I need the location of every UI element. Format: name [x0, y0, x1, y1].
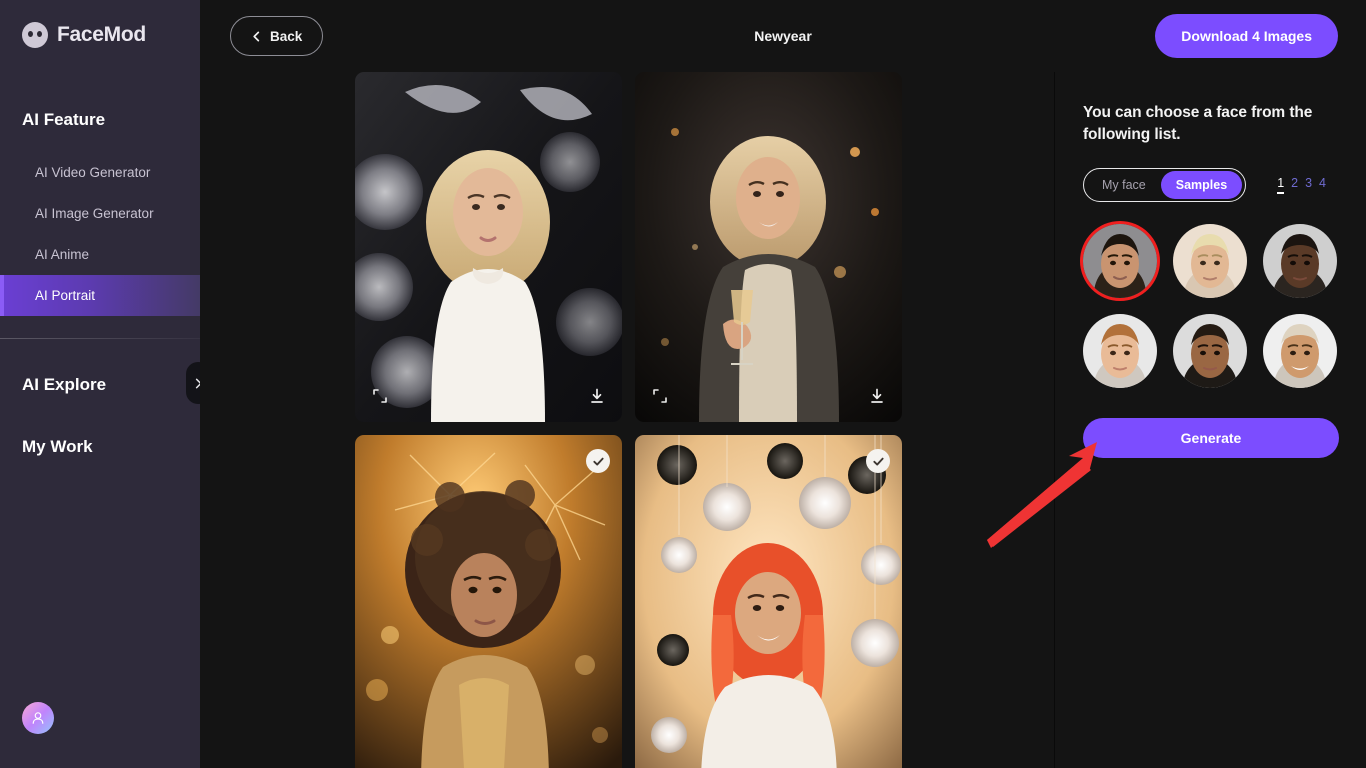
toggle-option-my-face[interactable]: My face [1087, 171, 1161, 199]
page-4-button[interactable]: 4 [1319, 176, 1326, 194]
sidebar-section-my-work[interactable]: My Work [0, 437, 200, 457]
sidebar-item-ai-image-generator[interactable]: AI Image Generator [0, 193, 200, 234]
topbar: Back Newyear Download 4 Images [200, 0, 1366, 72]
sidebar-item-label: AI Video Generator [35, 165, 151, 180]
sidebar: FaceMod AI Feature AI Video Generator AI… [0, 0, 200, 768]
brand-logo[interactable]: FaceMod [0, 0, 200, 48]
sidebar-item-label: AI Anime [35, 247, 90, 262]
face-photo [1173, 224, 1247, 298]
download-arrow-icon[interactable] [589, 388, 605, 404]
sidebar-divider [0, 338, 200, 339]
face-selection-panel: You can choose a face from the following… [1055, 72, 1366, 768]
portrait-image-champagne [635, 72, 902, 422]
sidebar-nav-list: AI Video Generator AI Image Generator AI… [0, 152, 200, 316]
sidebar-section-ai-explore[interactable]: AI Explore [0, 375, 200, 395]
back-button-label: Back [270, 28, 303, 44]
check-icon [872, 457, 884, 465]
sidebar-item-label: AI Image Generator [35, 206, 154, 221]
user-avatar[interactable] [22, 702, 54, 734]
result-card[interactable] [635, 435, 902, 768]
sidebar-item-ai-anime[interactable]: AI Anime [0, 234, 200, 275]
faces-pagination: 1 2 3 4 [1277, 176, 1326, 194]
face-photo [1173, 314, 1247, 388]
face-thumbnail-selected[interactable] [1083, 224, 1157, 298]
user-avatar-icon [32, 712, 44, 724]
portrait-image-ornaments [635, 435, 902, 768]
page-3-button[interactable]: 3 [1305, 176, 1312, 194]
face-source-toggle[interactable]: My face Samples [1083, 168, 1247, 202]
result-card[interactable] [635, 72, 902, 422]
sidebar-section-ai-feature: AI Feature [22, 110, 106, 129]
result-card[interactable] [355, 72, 622, 422]
face-thumbnail-grid [1083, 224, 1340, 388]
app-root: FaceMod AI Feature AI Video Generator AI… [0, 0, 1366, 768]
face-thumbnail[interactable] [1263, 224, 1337, 298]
page-title: Newyear [754, 28, 812, 44]
chevron-left-icon [253, 31, 260, 41]
portrait-image-balloons [355, 72, 622, 422]
back-button[interactable]: Back [230, 16, 324, 56]
sidebar-item-ai-portrait[interactable]: AI Portrait [0, 275, 200, 316]
face-thumbnail[interactable] [1173, 314, 1247, 388]
face-photo [1083, 224, 1157, 298]
portrait-image-fireworks [355, 435, 622, 768]
sidebar-item-ai-video-generator[interactable]: AI Video Generator [0, 152, 200, 193]
face-thumbnail[interactable] [1083, 314, 1157, 388]
selected-check-badge[interactable] [586, 449, 610, 473]
selected-check-badge[interactable] [866, 449, 890, 473]
download-arrow-icon[interactable] [869, 388, 885, 404]
main-area: Back Newyear Download 4 Images You can c… [200, 0, 1366, 768]
face-thumbnail[interactable] [1173, 224, 1247, 298]
expand-corner-icon[interactable] [652, 388, 668, 404]
content-row: You can choose a face from the following… [200, 72, 1366, 768]
face-photo [1083, 314, 1157, 388]
face-photo [1263, 224, 1337, 298]
face-photo [1263, 314, 1337, 388]
face-circle-icon [22, 22, 48, 48]
face-thumbnail[interactable] [1263, 314, 1337, 388]
sidebar-collapse-toggle[interactable] [186, 362, 200, 404]
generate-button[interactable]: Generate [1083, 418, 1339, 458]
toggle-option-samples[interactable]: Samples [1160, 171, 1243, 199]
page-2-button[interactable]: 2 [1291, 176, 1298, 194]
chevron-right-icon [195, 378, 200, 388]
page-1-button[interactable]: 1 [1277, 176, 1284, 194]
panel-heading: You can choose a face from the following… [1083, 104, 1313, 143]
check-icon [592, 457, 604, 465]
download-images-button[interactable]: Download 4 Images [1155, 14, 1338, 58]
expand-corner-icon[interactable] [372, 388, 388, 404]
results-grid [355, 72, 902, 768]
brand-name: FaceMod [57, 23, 146, 46]
result-card[interactable] [355, 435, 622, 768]
results-canvas [200, 72, 1055, 768]
panel-controls-row: My face Samples 1 2 3 4 [1083, 168, 1340, 202]
sidebar-item-label: AI Portrait [35, 288, 96, 303]
